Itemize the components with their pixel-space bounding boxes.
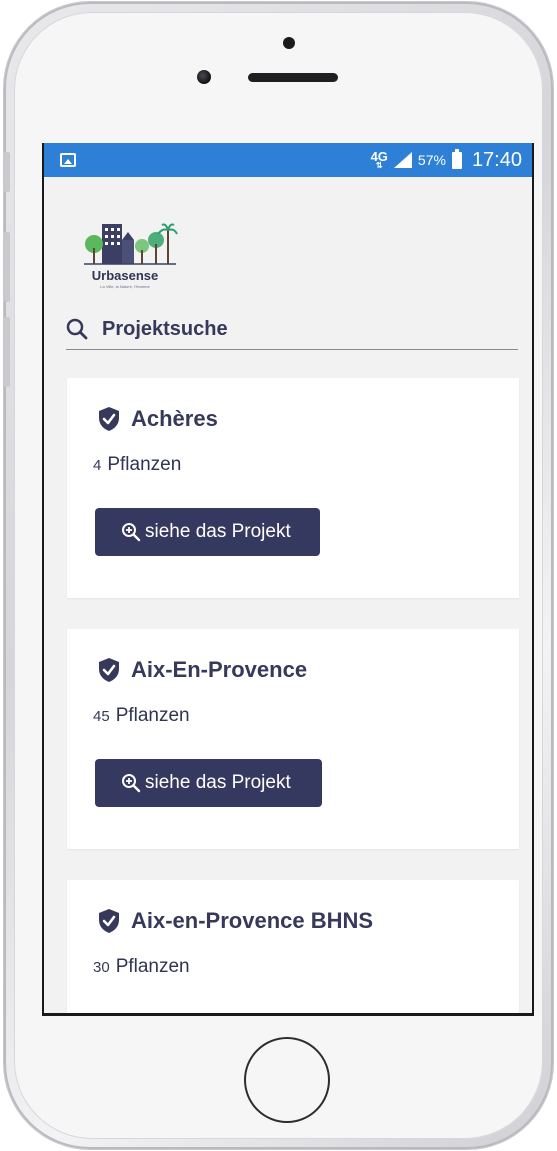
earpiece-speaker: [248, 73, 338, 82]
project-card-header: Achères: [97, 406, 218, 432]
project-name: Achères: [131, 406, 218, 431]
urbasense-logo: Urbasense La Ville, la Nature, l'Homme: [82, 218, 178, 289]
shield-check-icon: [99, 909, 119, 933]
project-card: Aix-En-Provence 45 Pflanzen siehe das Pr…: [67, 629, 519, 849]
view-project-label: siehe das Projekt: [145, 772, 291, 793]
plant-count: 4 Pflanzen: [93, 454, 181, 476]
clock: 17:40: [471, 148, 522, 171]
view-project-button[interactable]: siehe das Projekt: [95, 508, 320, 556]
plant-count-label: Pflanzen: [115, 705, 190, 726]
plant-count-label: Pflanzen: [115, 956, 190, 977]
battery-percent: 57%: [417, 152, 446, 168]
page-title: Projektsuche: [102, 317, 228, 340]
project-name: Aix-En-Provence: [131, 657, 308, 682]
network-indicator: 4G ⇅: [371, 150, 388, 170]
plant-count-number: 30: [93, 959, 110, 976]
phone-screen: 4G ⇅ 57% 17:40 Urbasense La Ville, la Na…: [42, 143, 534, 1016]
volume-up-button: [4, 232, 10, 302]
project-card-header: Aix-En-Provence: [97, 657, 307, 683]
front-camera: [197, 70, 211, 84]
plant-count-number: 4: [93, 457, 102, 474]
plant-count-label: Pflanzen: [107, 454, 182, 475]
battery-icon: [451, 148, 462, 169]
shield-check-icon: [99, 658, 119, 682]
zoom-in-icon: [122, 523, 141, 542]
city-nature-logo-icon: [84, 223, 178, 265]
project-card: Achères 4 Pflanzen siehe das Projekt: [67, 378, 519, 598]
project-card-header: Aix-en-Provence BHNS: [97, 908, 373, 934]
search-icon[interactable]: [66, 318, 88, 340]
plant-count: 45 Pflanzen: [93, 705, 190, 727]
status-bar: 4G ⇅ 57% 17:40: [44, 143, 532, 177]
project-card: Aix-en-Provence BHNS 30 Pflanzen: [67, 880, 519, 1013]
logo-tagline: La Ville, la Nature, l'Homme: [100, 284, 150, 289]
project-name: Aix-en-Provence BHNS: [131, 908, 374, 933]
status-bar-indicators: 4G ⇅ 57% 17:40: [371, 143, 522, 177]
plant-count-number: 45: [93, 708, 110, 725]
view-project-button[interactable]: siehe das Projekt: [95, 759, 322, 807]
home-button[interactable]: [244, 1037, 330, 1123]
view-project-label: siehe das Projekt: [145, 521, 291, 542]
signal-icon: [393, 152, 412, 168]
mute-switch: [4, 152, 10, 192]
shield-check-icon: [99, 407, 119, 431]
volume-down-button: [4, 317, 10, 387]
proximity-sensor: [283, 37, 295, 49]
plant-count: 30 Pflanzen: [93, 956, 190, 978]
project-search-header[interactable]: Projektsuche: [66, 309, 518, 349]
logo-wordmark: Urbasense: [91, 268, 159, 283]
image-notification-icon: [60, 153, 76, 167]
zoom-in-icon: [122, 774, 141, 793]
header-divider: [66, 349, 518, 350]
